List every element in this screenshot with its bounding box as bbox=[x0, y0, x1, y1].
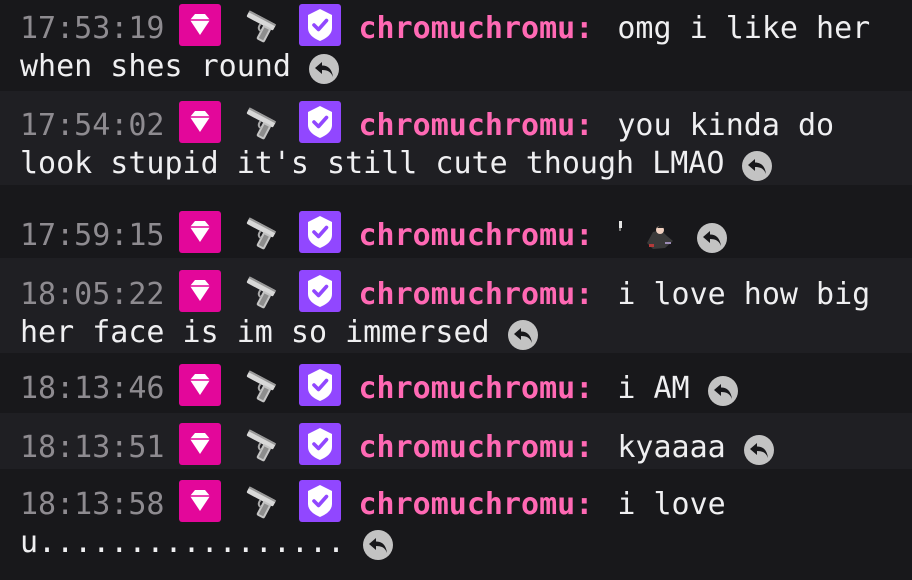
diamond-badge-icon[interactable] bbox=[178, 211, 221, 253]
verified-badge-icon[interactable] bbox=[298, 211, 341, 253]
diamond-badge-icon[interactable] bbox=[178, 101, 221, 143]
chat-message: 18:05:22 chromuchromu: i love how big her… bbox=[0, 258, 912, 353]
reply-icon[interactable] bbox=[507, 320, 538, 350]
verified-badge-icon[interactable] bbox=[298, 101, 341, 143]
username[interactable]: chromuchromu bbox=[359, 487, 576, 522]
diamond-badge-icon[interactable] bbox=[178, 423, 221, 465]
username-colon: : bbox=[575, 277, 594, 312]
pistol-badge-icon[interactable] bbox=[239, 4, 281, 46]
pistol-badge-icon[interactable] bbox=[239, 423, 281, 465]
message-text: i AM bbox=[617, 371, 690, 406]
reply-icon[interactable] bbox=[707, 376, 738, 406]
message-timestamp: 17:53:19 bbox=[20, 11, 165, 46]
username[interactable]: chromuchromu bbox=[359, 430, 576, 465]
diamond-badge-icon[interactable] bbox=[178, 480, 221, 522]
character-emote-icon[interactable] bbox=[617, 217, 679, 251]
pistol-badge-icon[interactable] bbox=[239, 211, 281, 253]
reply-icon[interactable] bbox=[308, 54, 339, 84]
diamond-badge-icon[interactable] bbox=[178, 4, 221, 46]
reply-icon[interactable] bbox=[363, 530, 394, 560]
username-colon: : bbox=[575, 487, 594, 522]
message-timestamp: 17:59:15 bbox=[20, 218, 165, 253]
username-colon: : bbox=[575, 108, 594, 143]
username-colon: : bbox=[575, 11, 594, 46]
message-timestamp: 17:54:02 bbox=[20, 108, 165, 143]
pistol-badge-icon[interactable] bbox=[239, 101, 281, 143]
username[interactable]: chromuchromu bbox=[359, 11, 576, 46]
message-timestamp: 18:13:46 bbox=[20, 371, 165, 406]
reply-icon[interactable] bbox=[697, 223, 728, 253]
username[interactable]: chromuchromu bbox=[359, 371, 576, 406]
chat-message: 17:59:15 chromuchromu: bbox=[0, 203, 912, 255]
verified-badge-icon[interactable] bbox=[298, 480, 341, 522]
chat-message: 18:13:51 chromuchromu: kyaaaa bbox=[0, 413, 912, 469]
chat-message: 17:53:19 chromuchromu: omg i like her whe… bbox=[0, 4, 912, 88]
chat-message: 18:13:58 chromuchromu: i love u..........… bbox=[0, 472, 912, 577]
username-colon: : bbox=[575, 430, 594, 465]
username-colon: : bbox=[575, 218, 594, 253]
username[interactable]: chromuchromu bbox=[359, 277, 576, 312]
message-text: kyaaaa bbox=[617, 430, 726, 465]
pistol-badge-icon[interactable] bbox=[239, 364, 281, 406]
chat-log: 17:53:19 chromuchromu: omg i like her whe… bbox=[0, 0, 912, 580]
username[interactable]: chromuchromu bbox=[359, 218, 576, 253]
username-colon: : bbox=[575, 371, 594, 406]
verified-badge-icon[interactable] bbox=[298, 364, 341, 406]
reply-icon[interactable] bbox=[743, 435, 774, 465]
pistol-badge-icon[interactable] bbox=[239, 270, 281, 312]
chat-message: 18:13:46 chromuchromu: i AM bbox=[0, 356, 912, 410]
verified-badge-icon[interactable] bbox=[298, 4, 341, 46]
diamond-badge-icon[interactable] bbox=[178, 270, 221, 312]
diamond-badge-icon[interactable] bbox=[178, 364, 221, 406]
reply-icon[interactable] bbox=[742, 151, 773, 181]
verified-badge-icon[interactable] bbox=[298, 270, 341, 312]
chat-message: 17:54:02 chromuchromu: you kinda do look … bbox=[0, 91, 912, 185]
message-timestamp: 18:05:22 bbox=[20, 277, 165, 312]
username[interactable]: chromuchromu bbox=[359, 108, 576, 143]
pistol-badge-icon[interactable] bbox=[239, 480, 281, 522]
message-timestamp: 18:13:51 bbox=[20, 430, 165, 465]
verified-badge-icon[interactable] bbox=[298, 423, 341, 465]
message-timestamp: 18:13:58 bbox=[20, 487, 165, 522]
